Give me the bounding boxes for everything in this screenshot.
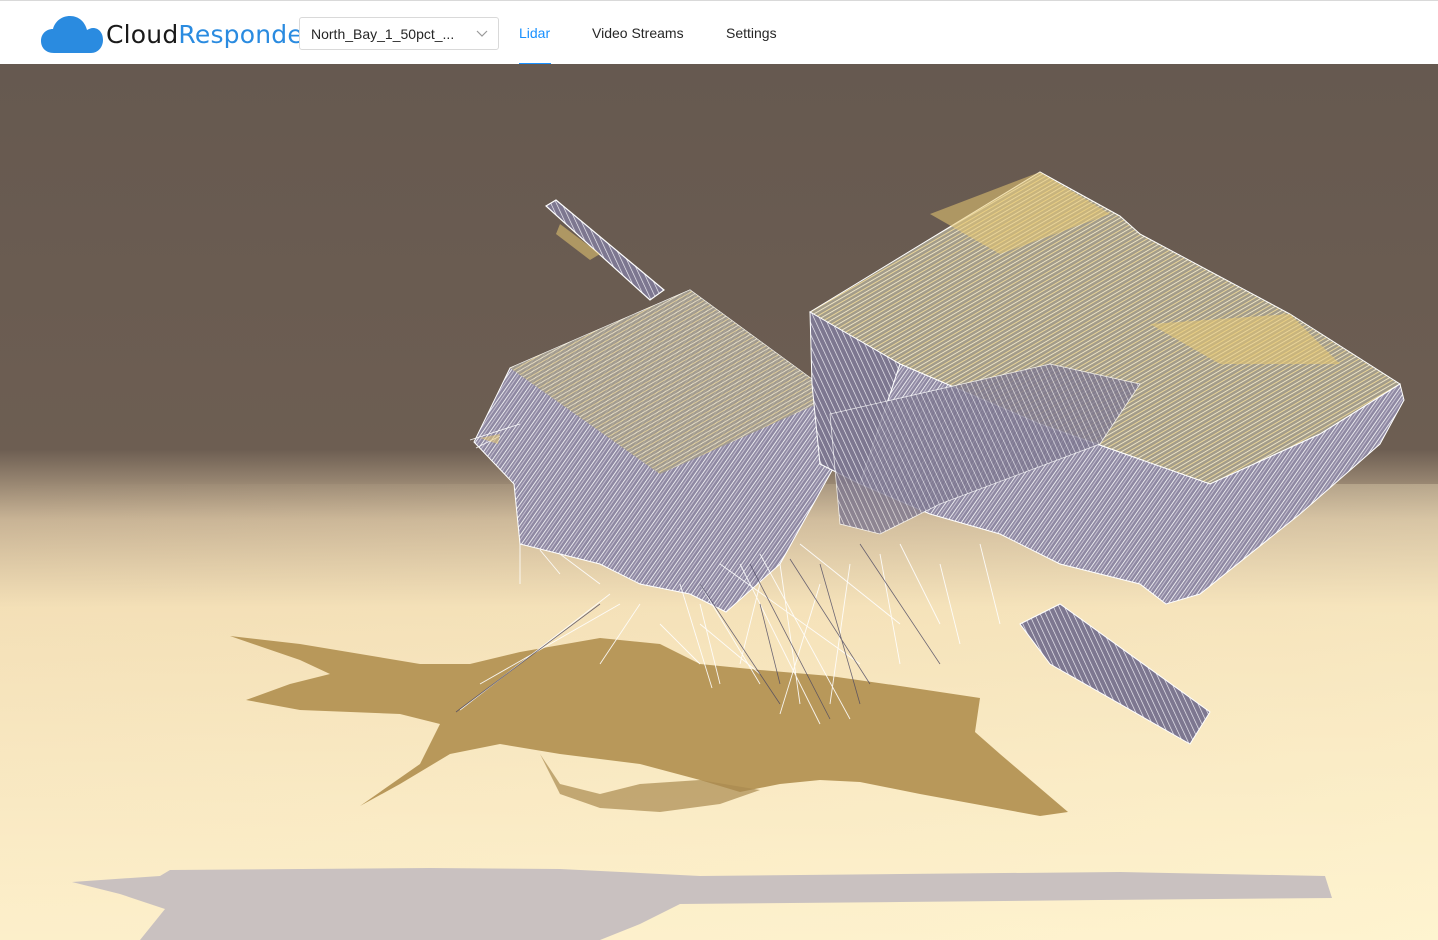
tab-lidar[interactable]: Lidar bbox=[519, 1, 551, 65]
chevron-down-icon bbox=[476, 30, 488, 37]
dataset-select-value: North_Bay_1_50pct_... bbox=[311, 25, 455, 42]
app-logo[interactable]: CloudResponder bbox=[40, 13, 313, 55]
cloud-icon bbox=[41, 16, 103, 53]
dataset-select[interactable]: North_Bay_1_50pct_... bbox=[299, 17, 499, 50]
app-name: CloudResponder bbox=[106, 20, 313, 49]
top-navigation-bar: CloudResponder North_Bay_1_50pct_... Lid… bbox=[0, 0, 1438, 65]
app-name-part1: Cloud bbox=[106, 19, 179, 49]
lidar-scene[interactable] bbox=[0, 64, 1438, 940]
tab-video-streams[interactable]: Video Streams bbox=[592, 1, 684, 65]
tab-settings[interactable]: Settings bbox=[726, 1, 777, 65]
app-name-part2: Responder bbox=[178, 19, 314, 49]
lidar-3d-viewer[interactable] bbox=[0, 64, 1438, 940]
